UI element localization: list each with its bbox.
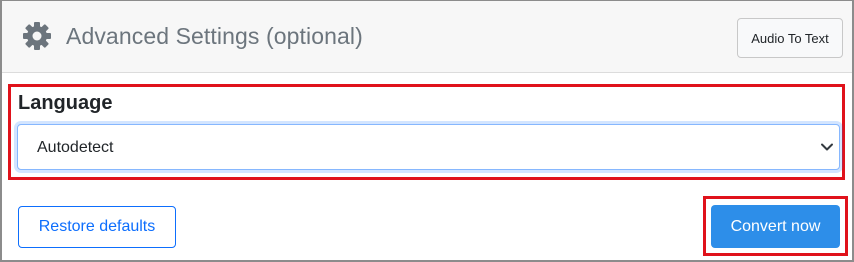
gear-icon <box>22 21 52 51</box>
language-label: Language <box>18 92 113 114</box>
convert-now-button[interactable]: Convert now <box>711 205 840 248</box>
advanced-settings-title: Advanced Settings (optional) <box>66 23 363 49</box>
advanced-settings-header[interactable]: Advanced Settings (optional) Audio To Te… <box>2 1 852 73</box>
chevron-down-icon <box>820 140 834 154</box>
audio-to-text-button[interactable]: Audio To Text <box>737 18 843 58</box>
language-select[interactable]: Autodetect <box>17 124 840 170</box>
language-selected-value: Autodetect <box>37 139 114 156</box>
restore-defaults-button[interactable]: Restore defaults <box>18 206 176 248</box>
